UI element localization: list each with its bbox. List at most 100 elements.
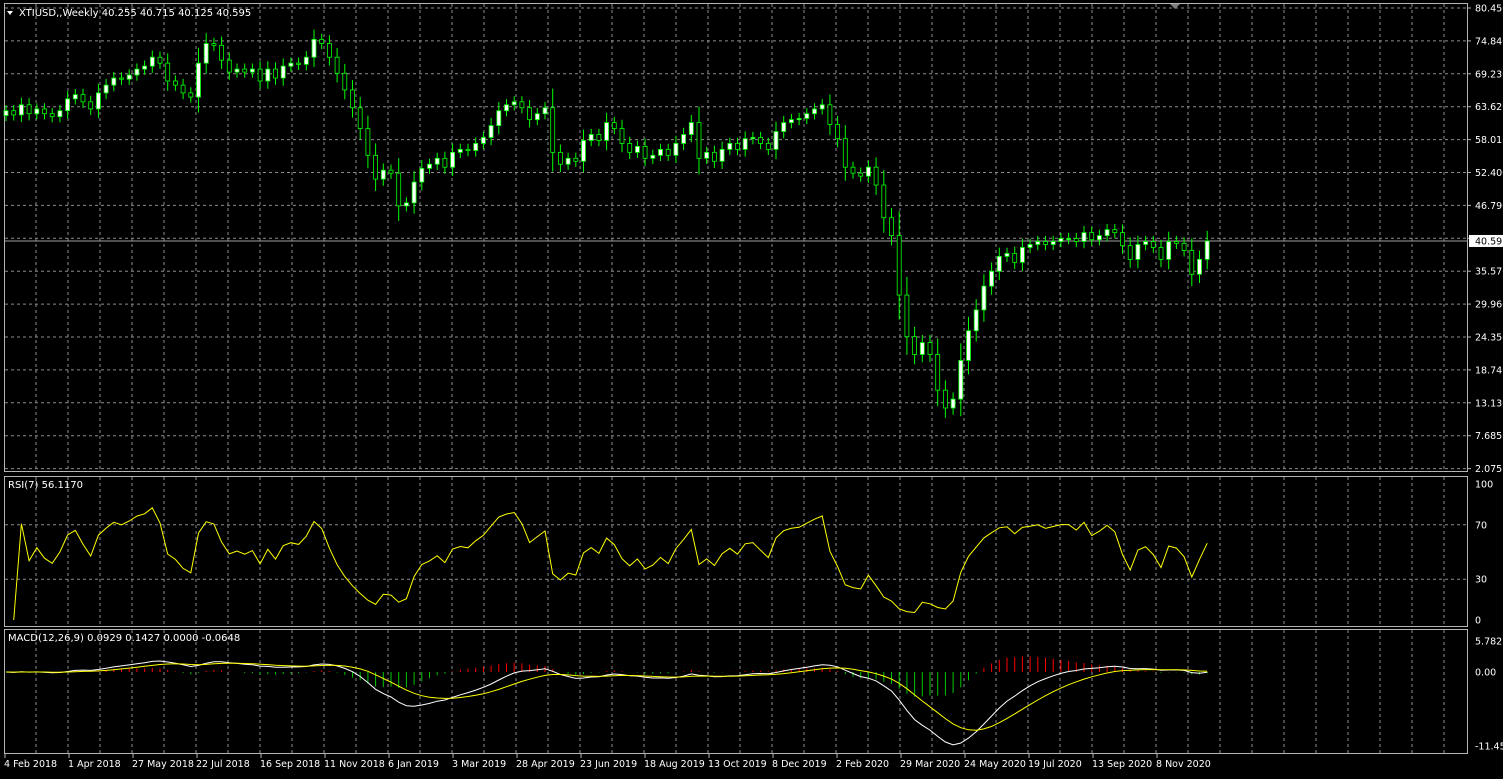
candle-body <box>727 143 733 150</box>
candle-body <box>565 157 571 165</box>
candle-body <box>26 104 32 115</box>
candle-body <box>411 181 417 204</box>
candle-body <box>342 72 348 91</box>
candle-body <box>973 309 979 332</box>
candle-body <box>365 128 371 156</box>
candle-body <box>688 122 694 135</box>
candle-body <box>280 65 286 79</box>
candle-body <box>403 202 409 207</box>
candle-body <box>981 285 987 311</box>
rsi-axis-label: 30 <box>1475 575 1487 586</box>
candle-body <box>558 151 563 165</box>
candle-body <box>581 140 586 162</box>
candle-body <box>1204 240 1210 260</box>
candle-body <box>442 157 448 168</box>
candle-body <box>96 92 101 110</box>
time-axis-label: 2 Feb 2020 <box>836 759 889 770</box>
price-axis-label: 63.620 <box>1475 102 1503 113</box>
candle-body <box>72 94 78 100</box>
candle-body <box>196 62 201 98</box>
candle-body <box>858 172 864 177</box>
candle-body <box>866 166 871 177</box>
rsi-axis-label: 100 <box>1475 480 1493 491</box>
candle-body <box>642 146 648 159</box>
candle-body <box>1127 245 1133 260</box>
candle-body <box>65 98 70 112</box>
time-axis-label: 29 Mar 2020 <box>900 759 960 770</box>
time-axis-label: 24 May 2020 <box>964 759 1026 770</box>
candle-body <box>604 122 609 141</box>
candle-body <box>1158 247 1164 260</box>
candle-body <box>889 217 894 236</box>
candle-body <box>927 342 933 355</box>
candle-body <box>873 166 879 186</box>
time-axis-label: 19 Jul 2020 <box>1028 759 1082 770</box>
rsi-axis-label: 70 <box>1475 520 1487 531</box>
candle-body <box>357 107 363 129</box>
candle-body <box>1197 258 1202 275</box>
candle-body <box>473 143 479 151</box>
candle-body <box>334 56 340 74</box>
candle-body <box>119 77 124 80</box>
price-axis-label: 35.570 <box>1475 267 1503 278</box>
candle-body <box>388 169 394 174</box>
candle-body <box>958 360 964 400</box>
candle-body <box>188 92 194 98</box>
candle-body <box>149 56 155 67</box>
candle-body <box>573 157 579 162</box>
candle-body <box>457 148 463 153</box>
candle-body <box>635 146 640 153</box>
candle-body <box>126 74 132 80</box>
current-price-text: 40.595 <box>1475 236 1503 247</box>
candle-body <box>919 342 925 355</box>
candle-body <box>950 398 956 409</box>
trading-chart[interactable]: XTIUSD,,Weekly 40.255 40.715 40.125 40.5… <box>0 0 1503 779</box>
candle-body <box>1181 242 1187 251</box>
candle-body <box>249 68 255 73</box>
time-axis-label: 27 May 2018 <box>132 759 194 770</box>
candle-body <box>996 255 1002 272</box>
candle-body <box>773 131 779 150</box>
candle-body <box>896 235 902 296</box>
candle-body <box>881 184 887 219</box>
candle-body <box>311 38 317 58</box>
price-axis-label: 2.075 <box>1475 464 1502 475</box>
time-axis-label: 18 Aug 2019 <box>644 759 705 770</box>
candle-body <box>1135 244 1141 260</box>
candle-body <box>519 101 525 109</box>
time-axis-label: 13 Sep 2020 <box>1092 759 1152 770</box>
candle-body <box>396 172 402 207</box>
candle-body <box>111 77 117 86</box>
candle-body <box>319 38 325 44</box>
candle-body <box>303 56 309 65</box>
candle-body <box>627 143 633 153</box>
candle-body <box>427 163 432 169</box>
candle-body <box>1050 241 1056 245</box>
candle-body <box>1150 241 1156 248</box>
candle-body <box>835 124 840 140</box>
candle-body <box>742 138 748 150</box>
candle-body <box>1035 241 1041 245</box>
candle-body <box>203 43 209 64</box>
time-axis-label: 8 Dec 2019 <box>772 759 827 770</box>
candle-body <box>57 110 63 118</box>
time-axis-label: 8 Nov 2020 <box>1156 759 1211 770</box>
candle-body <box>88 101 94 110</box>
candle-body <box>789 119 794 124</box>
candle-body <box>103 84 109 94</box>
candle-body <box>735 143 740 150</box>
candle-body <box>1143 241 1148 245</box>
price-axis-label: 74.840 <box>1475 36 1503 47</box>
candle-body <box>242 68 248 73</box>
price-axis-label: 58.010 <box>1475 135 1503 146</box>
candle-body <box>719 148 725 162</box>
macd-axis-label: -11.4598 <box>1475 742 1503 753</box>
price-axis-label: 69.230 <box>1475 69 1503 80</box>
candle-body <box>665 148 671 156</box>
price-axis-label: 29.960 <box>1475 300 1503 311</box>
price-axis-label: 18.740 <box>1475 365 1503 376</box>
candle-body <box>273 68 278 79</box>
candle-body <box>796 118 802 121</box>
candle-body <box>550 107 556 153</box>
candle-body <box>1174 241 1179 244</box>
